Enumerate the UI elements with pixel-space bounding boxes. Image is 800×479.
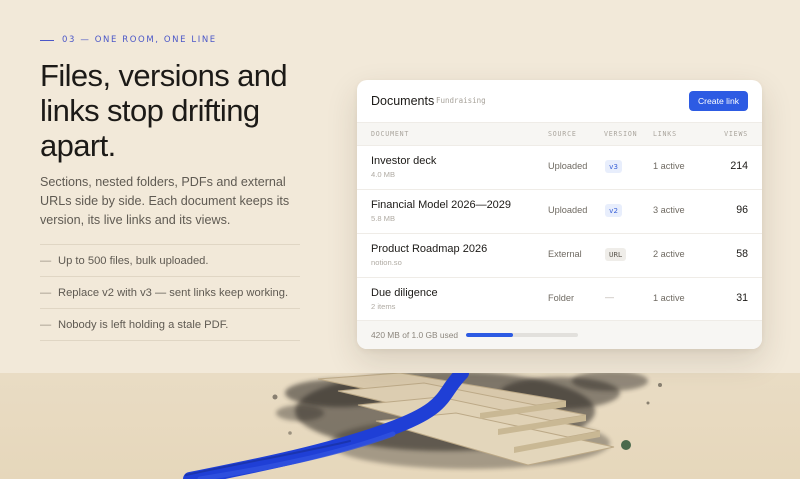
document-source: Folder [548,293,575,303]
section-description: Sections, nested folders, PDFs and exter… [40,175,290,227]
section-eyebrow: 03 — ONE ROOM, ONE LINE [40,35,217,45]
page-title: Files, versions and links stop drifting … [40,58,288,163]
active-links[interactable]: 1 active [653,161,685,171]
version-badge: v2 [605,204,622,217]
view-count: 214 [730,160,748,172]
storage-progress-fill [466,333,514,337]
panel-folder-tag: Fundraising [436,96,486,105]
feature-item: — Up to 500 files, bulk uploaded. [40,245,300,277]
url-badge: URL [605,248,627,261]
green-dot [621,440,631,450]
eyebrow-rule [40,39,54,41]
document-name[interactable]: Financial Model 2026—2029 [371,199,511,211]
panel-header: Documents Fundraising Create link [357,80,762,121]
document-meta: 2 items [371,302,396,311]
feature-dash: — [40,254,52,267]
feature-text: Nobody is left holding a stale PDF. [58,318,229,331]
document-source: Uploaded [548,205,588,215]
document-source: External [548,249,582,259]
view-count: 31 [736,292,748,304]
storage-progress-bar [466,333,578,337]
feature-list: — Up to 500 files, bulk uploaded. — Repl… [40,244,300,341]
document-meta: 4.0 MB [371,170,396,179]
document-name[interactable]: Investor deck [371,155,436,167]
column-header-document[interactable]: DOCUMENT [371,130,409,138]
column-header-source[interactable]: SOURCE [548,130,577,138]
document-name[interactable]: Product Roadmap 2026 [371,243,487,255]
document-name[interactable]: Due diligence [371,287,438,299]
document-meta: notion.so [371,258,402,267]
column-header-links[interactable]: LINKS [653,130,677,138]
feature-dash: — [40,286,52,299]
document-source: Uploaded [548,161,588,171]
view-count: 58 [736,248,748,260]
view-count: 96 [736,204,748,216]
hero-illustration [0,373,800,479]
version-badge: v3 [605,160,622,173]
document-meta: 5.8 MB [371,214,396,223]
table-row[interactable]: Product Roadmap 2026 notion.so External … [357,233,762,278]
table-row[interactable]: Investor deck 4.0 MB Uploaded v3 1 activ… [357,145,762,190]
feature-text: Replace v2 with v3 — sent links keep wor… [58,286,289,299]
version-empty: — [605,292,614,302]
table-row[interactable]: Due diligence 2 items Folder — 1 active … [357,277,762,321]
feature-item: — Nobody is left holding a stale PDF. [40,309,300,341]
feature-dash: — [40,318,52,331]
active-links[interactable]: 3 active [653,205,685,215]
documents-panel: Documents Fundraising Create link DOCUME… [357,80,762,349]
storage-footer: 420 MB of 1.0 GB used [357,320,762,349]
table-header: DOCUMENT SOURCE VERSION LINKS VIEWS [357,122,762,146]
feature-text: Up to 500 files, bulk uploaded. [58,254,209,267]
storage-usage-label: 420 MB of 1.0 GB used [371,330,459,340]
create-link-button[interactable]: Create link [689,91,748,111]
folders-ink-illustration [183,373,662,479]
column-header-version[interactable]: VERSION [604,130,637,138]
active-links[interactable]: 2 active [653,249,685,259]
eyebrow-label: 03 — ONE ROOM, ONE LINE [62,35,217,45]
feature-item: — Replace v2 with v3 — sent links keep w… [40,277,300,309]
panel-title: Documents [371,94,435,108]
column-header-views[interactable]: VIEWS [724,130,748,138]
table-row[interactable]: Financial Model 2026—2029 5.8 MB Uploade… [357,189,762,234]
active-links[interactable]: 1 active [653,293,685,303]
